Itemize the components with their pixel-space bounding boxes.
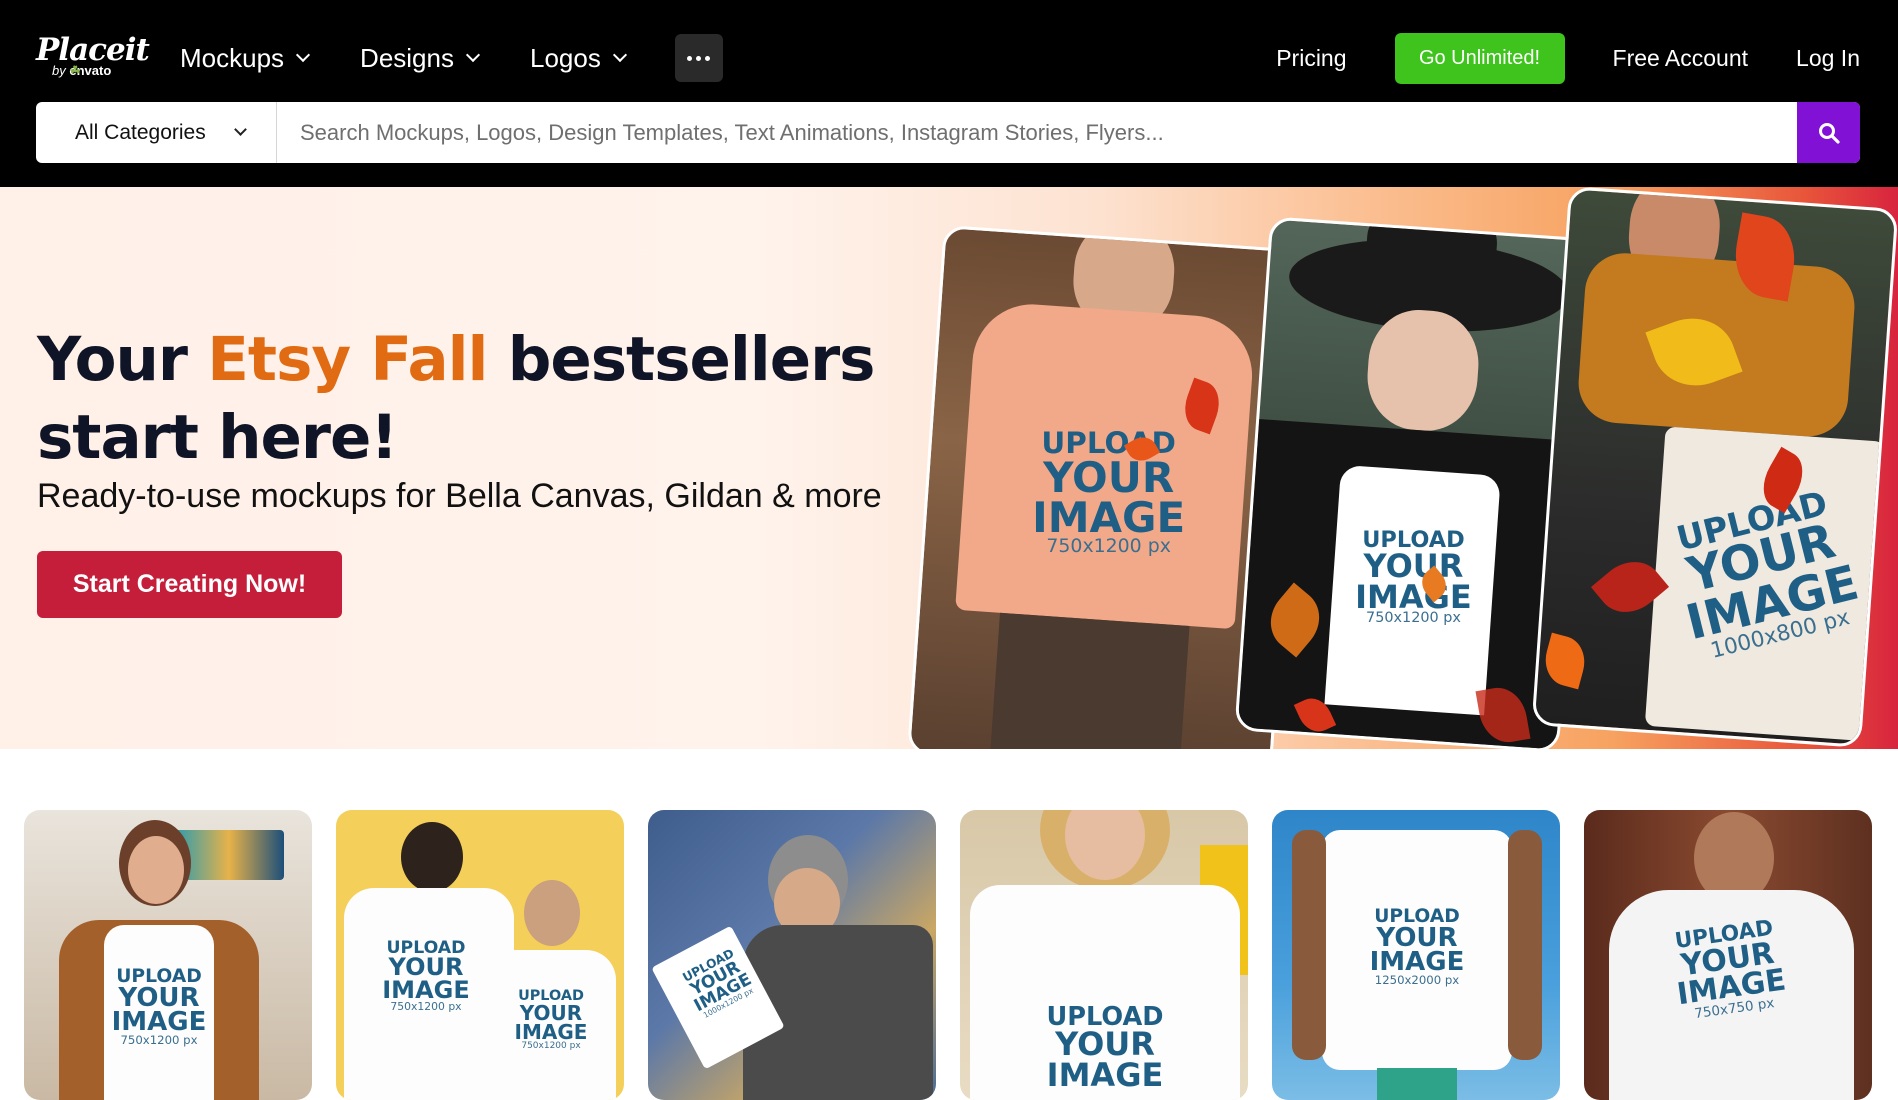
search-button[interactable] (1797, 102, 1860, 163)
model-head (128, 836, 184, 904)
free-account-link[interactable]: Free Account (1613, 45, 1749, 72)
upload-your-image-text: UPLOAD YOUR IMAGE 750x1200 px (382, 938, 470, 1013)
more-menu-button[interactable] (674, 34, 723, 82)
upload-your-image-text: UPLOAD YOUR IMAGE 1250x2000 px (1369, 906, 1465, 988)
mockup-thumbnail-2[interactable]: UPLOAD YOUR IMAGE 750x1200 px UPLOAD YOUR IMA… (336, 810, 624, 1100)
search-input[interactable] (277, 102, 1797, 163)
mockup-thumbnail-1[interactable]: UPLOAD YOUR IMAGE 750x1200 px (24, 810, 312, 1100)
hero-mockup-card-3[interactable]: UPLOAD YOUR IMAGE 1000x800 px (1531, 187, 1898, 748)
chevron-down-icon (295, 47, 311, 63)
model-head (524, 880, 580, 946)
main-menu: Mockups Designs Logos (180, 34, 723, 82)
mockup-thumbnail-4[interactable]: UPLOAD YOUR IMAGE (960, 810, 1248, 1100)
upload-your-image-text: UPLOAD YOUR IMAGE 750x1200 px (1355, 527, 1472, 627)
model-head (401, 822, 463, 892)
pricing-link[interactable]: Pricing (1276, 45, 1346, 72)
mockup-thumbnail-row: UPLOAD YOUR IMAGE 750x1200 px UPLOAD YOUR IMA… (24, 810, 1874, 1100)
logo-brand-text: Placeit (36, 32, 150, 68)
model-arm-left (1292, 830, 1326, 1060)
nav-mockups[interactable]: Mockups (180, 43, 311, 74)
category-dropdown[interactable]: All Categories (36, 102, 277, 163)
search-icon (1818, 122, 1840, 144)
ellipsis-icon (687, 55, 693, 61)
mockup-thumbnail-5[interactable]: UPLOAD YOUR IMAGE 1250x2000 px (1272, 810, 1560, 1100)
placeit-logo[interactable]: Placeit by ☘ envato (36, 32, 150, 78)
top-navigation-bar: Placeit by ☘ envato Mockups Designs Logos… (0, 0, 1898, 187)
model-arm-right (1508, 830, 1542, 1060)
upload-your-image-text: UPLOAD YOUR IMAGE 750x1200 px (1032, 426, 1186, 557)
search-bar: All Categories (36, 102, 1860, 163)
hero-banner: Your Etsy Fall bestsellers start here! R… (0, 187, 1898, 749)
envato-leaf-icon: ☘ (69, 63, 82, 78)
account-nav: Pricing Go Unlimited! Free Account Log I… (1276, 32, 1860, 84)
swimsuit (1377, 1068, 1457, 1100)
logo-byline: by ☘ envato (52, 63, 112, 78)
trousers (988, 612, 1190, 749)
upload-your-image-text: UPLOAD YOUR IMAGE 750x1200 px (111, 966, 207, 1048)
chevron-down-icon (465, 47, 481, 63)
chevron-down-icon (233, 123, 247, 136)
mockup-thumbnail-6[interactable]: UPLOAD YOUR IMAGE 750x750 px (1584, 810, 1872, 1100)
nav-logos[interactable]: Logos (530, 43, 627, 74)
nav-designs[interactable]: Designs (360, 43, 481, 74)
hero-title: Your Etsy Fall bestsellers start here! (37, 324, 875, 473)
model-head (1363, 306, 1483, 435)
upload-your-image-text: UPLOAD YOUR IMAGE (1046, 1002, 1164, 1094)
hero-title-accent: Etsy Fall (207, 324, 488, 395)
start-creating-button[interactable]: Start Creating Now! (37, 551, 342, 618)
mockup-thumbnail-3[interactable]: UPLOAD YOUR IMAGE 1000x1200 px (648, 810, 936, 1100)
log-in-link[interactable]: Log In (1796, 45, 1860, 72)
witch-hat-crown (1363, 216, 1500, 306)
category-dropdown-label: All Categories (75, 120, 206, 144)
chevron-down-icon (612, 47, 627, 63)
go-unlimited-button[interactable]: Go Unlimited! (1394, 32, 1565, 84)
upload-your-image-text: UPLOAD YOUR IMAGE 750x1200 px (514, 988, 588, 1051)
hero-subtitle: Ready-to-use mockups for Bella Canvas, G… (37, 477, 882, 515)
